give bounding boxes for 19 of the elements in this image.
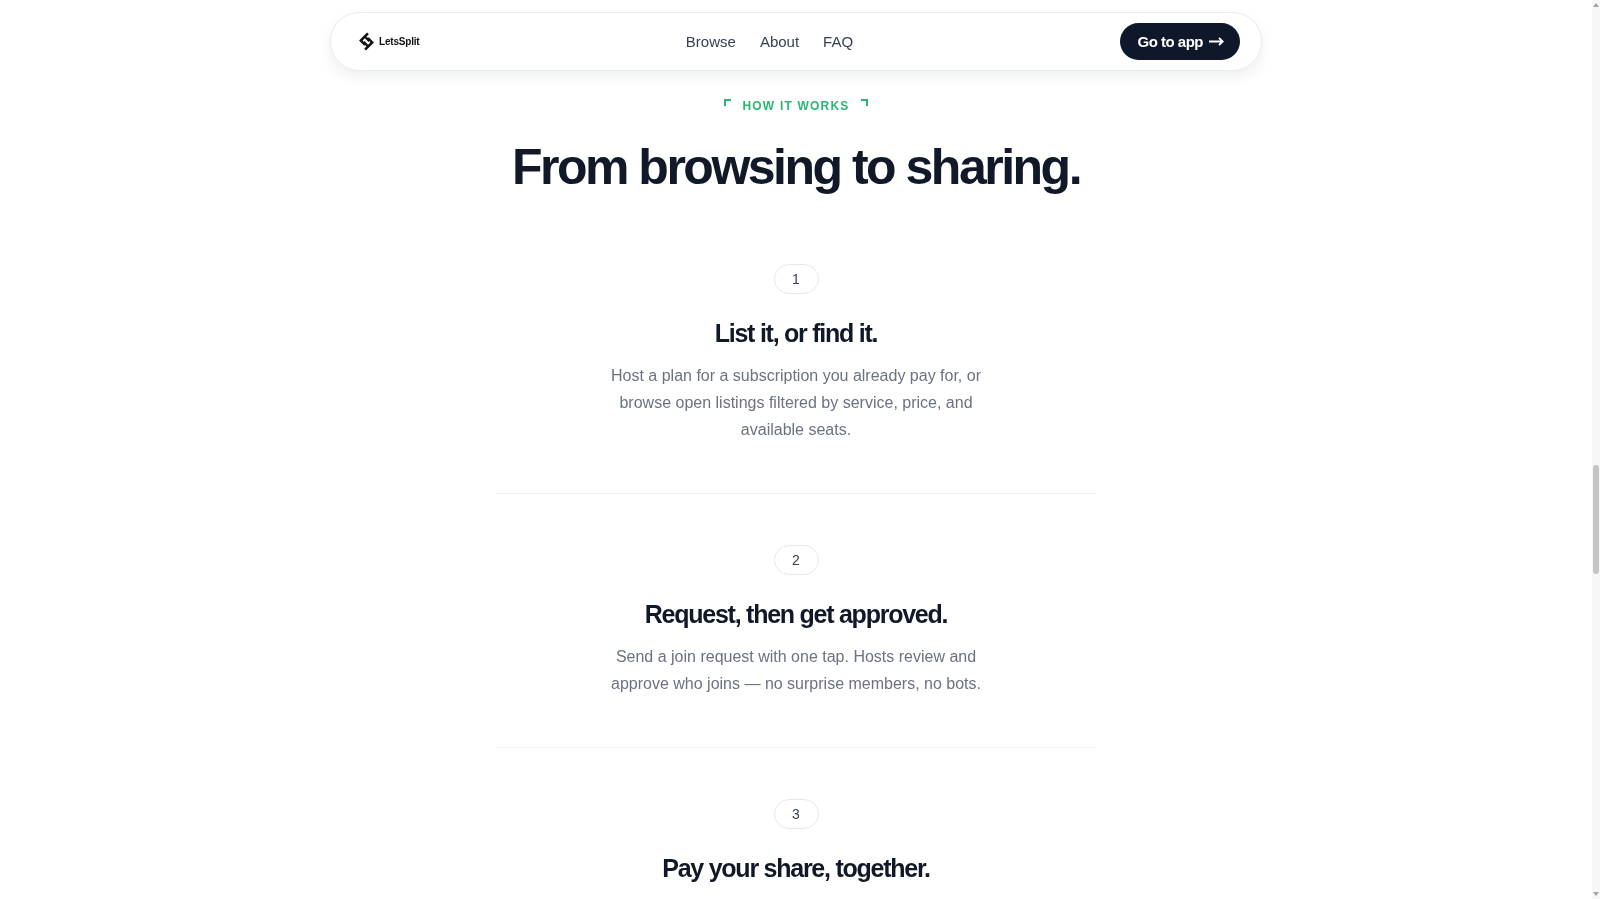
caret-down-icon[interactable] — [1593, 892, 1599, 896]
logo-link[interactable]: LetsSplit — [357, 32, 420, 51]
caret-up-icon[interactable] — [1593, 3, 1599, 7]
nav-link[interactable]: About — [759, 33, 800, 50]
corner-bracket-icon — [724, 99, 732, 106]
step-title: Request, then get approved. — [644, 599, 948, 629]
arrow-right-icon — [1209, 37, 1224, 46]
nav-link[interactable]: FAQ — [823, 33, 854, 50]
logo-icon — [357, 32, 376, 51]
section-eyebrow: HOW IT WORKS — [742, 98, 850, 114]
go-to-app-button[interactable]: Go to app — [1119, 23, 1240, 60]
corner-bracket-icon — [860, 99, 868, 106]
nav-link[interactable]: Browse — [685, 33, 736, 50]
step-title: List it, or find it. — [714, 318, 878, 348]
step-description: Send a join request with one tap. Hosts review and approve who joins — no surprise members, no bots. — [610, 647, 982, 694]
scrollbar-thumb[interactable] — [1593, 465, 1599, 574]
step-title: Pay your share, together. — [662, 853, 930, 883]
step-description: Host a plan for a subscription you already pay for, or browse open listings filtered by service, price, and available seats. — [610, 366, 982, 440]
section-heading: From browsing to sharing. — [511, 139, 1081, 195]
